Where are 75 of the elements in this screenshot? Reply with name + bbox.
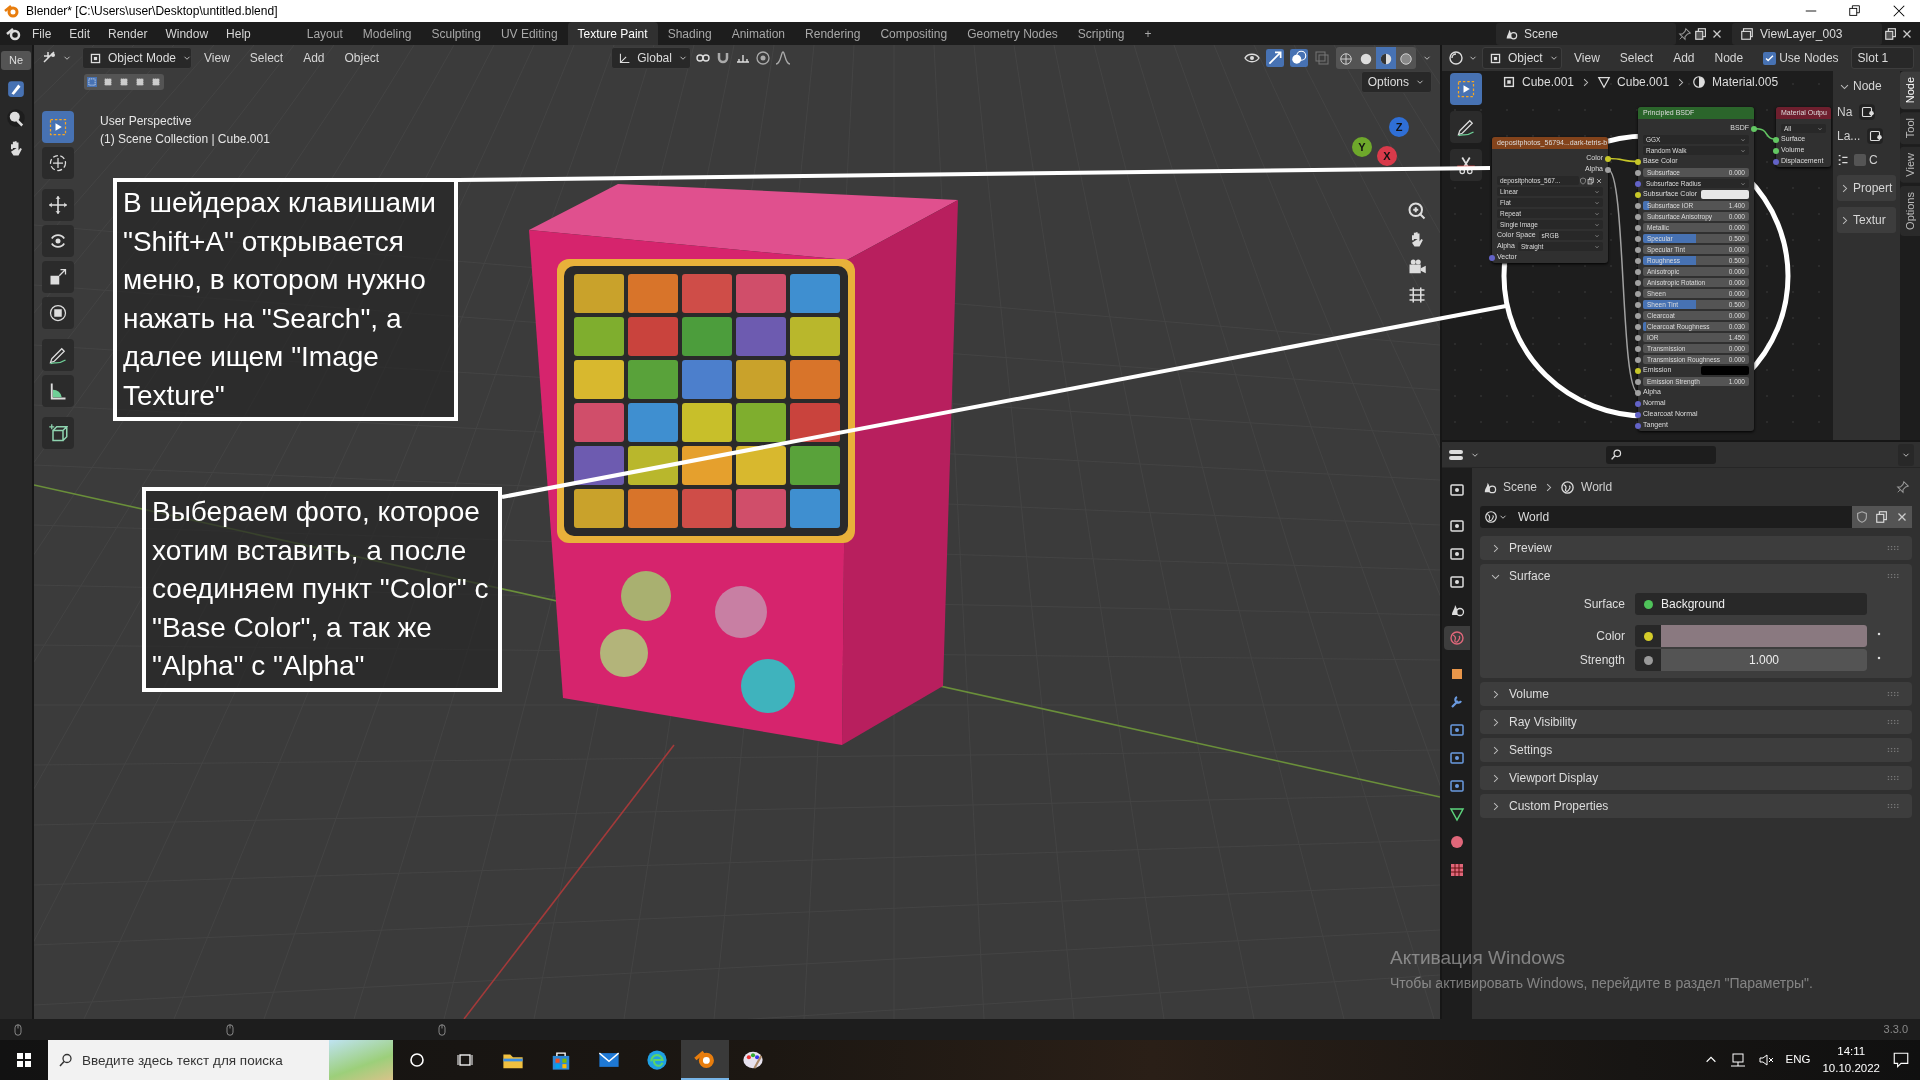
menu-item[interactable]: File bbox=[24, 22, 60, 45]
workspace-tab[interactable]: Animation bbox=[721, 21, 796, 46]
field-label: Strength bbox=[1578, 652, 1625, 669]
slot-dropdown[interactable]: Slot 1 bbox=[1850, 47, 1914, 69]
panel-header[interactable]: Volume bbox=[1480, 682, 1912, 706]
window-title: Blender* [C:\Users\user\Desktop\untitled.blend] bbox=[26, 3, 278, 20]
panel-header[interactable]: Textur bbox=[1837, 207, 1896, 233]
breadcrumb-item: Cube.001 bbox=[1617, 74, 1670, 91]
workspace-tab[interactable]: Modeling bbox=[352, 21, 422, 46]
panel-header[interactable]: Node bbox=[1837, 75, 1896, 97]
annotation-text: Выбераем фото, которое хотим вставить, а после соединяем пункт "Color" с "Base Color", а так же "Alpha" с "Alpha" bbox=[142, 487, 502, 692]
shader-dropdown[interactable]: Background bbox=[1635, 593, 1867, 615]
field-label: C bbox=[1869, 152, 1878, 169]
menu-item[interactable]: Node bbox=[1706, 47, 1752, 69]
gizmo-axis-handle[interactable]: Y bbox=[1352, 137, 1372, 157]
viewport-info-text: User Perspective bbox=[100, 113, 193, 130]
number-field[interactable]: 1.000 bbox=[1635, 649, 1867, 671]
breadcrumb-item: Material.005 bbox=[1712, 74, 1779, 91]
menu-item[interactable]: Select bbox=[241, 47, 292, 69]
menu-item[interactable]: Edit bbox=[61, 22, 99, 45]
breadcrumb-item: World bbox=[1581, 479, 1613, 496]
panel-header[interactable]: Surface bbox=[1480, 564, 1912, 588]
menu-item[interactable]: Object bbox=[336, 47, 388, 69]
field-label: Color bbox=[1595, 628, 1625, 645]
field-label: Surface bbox=[1582, 596, 1625, 613]
workspace-tab[interactable]: Layout bbox=[296, 21, 353, 46]
workspace-tab[interactable]: Sculpting bbox=[421, 21, 491, 46]
activation-text: Чтобы активировать Windows, перейдите в раздел "Параметры". bbox=[1390, 973, 1813, 993]
activation-title: Активация Windows bbox=[1390, 946, 1567, 970]
sidebar-tab[interactable]: Node bbox=[1900, 71, 1920, 110]
panel-header[interactable]: Preview bbox=[1480, 536, 1912, 560]
use-nodes-checkbox[interactable]: Use Nodes bbox=[1755, 47, 1847, 69]
language-indicator[interactable]: ENG bbox=[1785, 1051, 1811, 1069]
gizmo-axis-handle[interactable]: X bbox=[1377, 146, 1397, 166]
new-button[interactable]: Ne bbox=[1, 51, 31, 70]
menu-item[interactable]: Help bbox=[218, 22, 259, 45]
menu-item[interactable]: Select bbox=[1611, 47, 1662, 69]
mode-dropdown[interactable]: Object Mode bbox=[82, 47, 192, 69]
clock-date[interactable]: 10.10.2022 bbox=[1822, 1060, 1880, 1078]
version-label: 3.3.0 bbox=[1883, 1022, 1908, 1038]
workspace-tab[interactable]: UV Editing bbox=[490, 21, 568, 46]
add-workspace-button[interactable]: + bbox=[1134, 21, 1162, 46]
menu-item[interactable]: Render bbox=[100, 22, 156, 45]
workspace-tab[interactable]: Scripting bbox=[1067, 21, 1135, 46]
clock-time[interactable]: 14:11 bbox=[1822, 1042, 1880, 1060]
object-dropdown[interactable]: Object bbox=[1482, 47, 1562, 69]
panel-header[interactable]: Settings bbox=[1480, 738, 1912, 762]
workspace-tab[interactable]: Rendering bbox=[795, 21, 871, 46]
annotation-text: В шейдерах клавишами "Shift+A" открывается меню, в котором нужно нажать на "Search", а далее ищем "Image Texture" bbox=[113, 178, 458, 421]
panel-header[interactable]: Propert bbox=[1837, 175, 1896, 201]
panel-header[interactable]: Ray Visibility bbox=[1480, 710, 1912, 734]
field-label: La... bbox=[1837, 128, 1861, 145]
menu-item[interactable]: Add bbox=[295, 47, 333, 69]
menu-item[interactable]: View bbox=[1566, 47, 1608, 69]
scene-selector[interactable]: Scene bbox=[1496, 22, 1676, 45]
workspace-tab[interactable]: Shading bbox=[657, 21, 722, 46]
sidebar-tab[interactable]: Tool bbox=[1900, 112, 1920, 145]
sidebar-tab[interactable]: View bbox=[1900, 147, 1920, 184]
view-layer-selector[interactable]: ViewLayer_003 bbox=[1732, 22, 1882, 45]
panel-header[interactable]: Custom Properties bbox=[1480, 794, 1912, 818]
panel-header[interactable]: Viewport Display bbox=[1480, 766, 1912, 790]
menu-item[interactable]: Window bbox=[157, 22, 217, 45]
menu-item[interactable]: View bbox=[196, 47, 238, 69]
options-dropdown[interactable]: Options bbox=[1360, 71, 1432, 93]
breadcrumb-item: Cube.001 bbox=[1522, 74, 1575, 91]
workspace-tab[interactable]: Geometry Nodes bbox=[957, 21, 1068, 46]
breadcrumb-item: Scene bbox=[1503, 479, 1538, 496]
workspace-tab[interactable]: Texture Paint bbox=[567, 21, 658, 46]
orientation-dropdown[interactable]: Global bbox=[611, 47, 692, 69]
menu-item[interactable]: Add bbox=[1665, 47, 1703, 69]
field-label: Na bbox=[1837, 104, 1853, 121]
viewport-info-text: (1) Scene Collection | Cube.001 bbox=[100, 131, 270, 148]
gizmo-axis-handle[interactable]: Z bbox=[1389, 117, 1409, 137]
workspace-tab[interactable]: Compositing bbox=[870, 21, 958, 46]
sidebar-tab[interactable]: Options bbox=[1900, 186, 1920, 237]
